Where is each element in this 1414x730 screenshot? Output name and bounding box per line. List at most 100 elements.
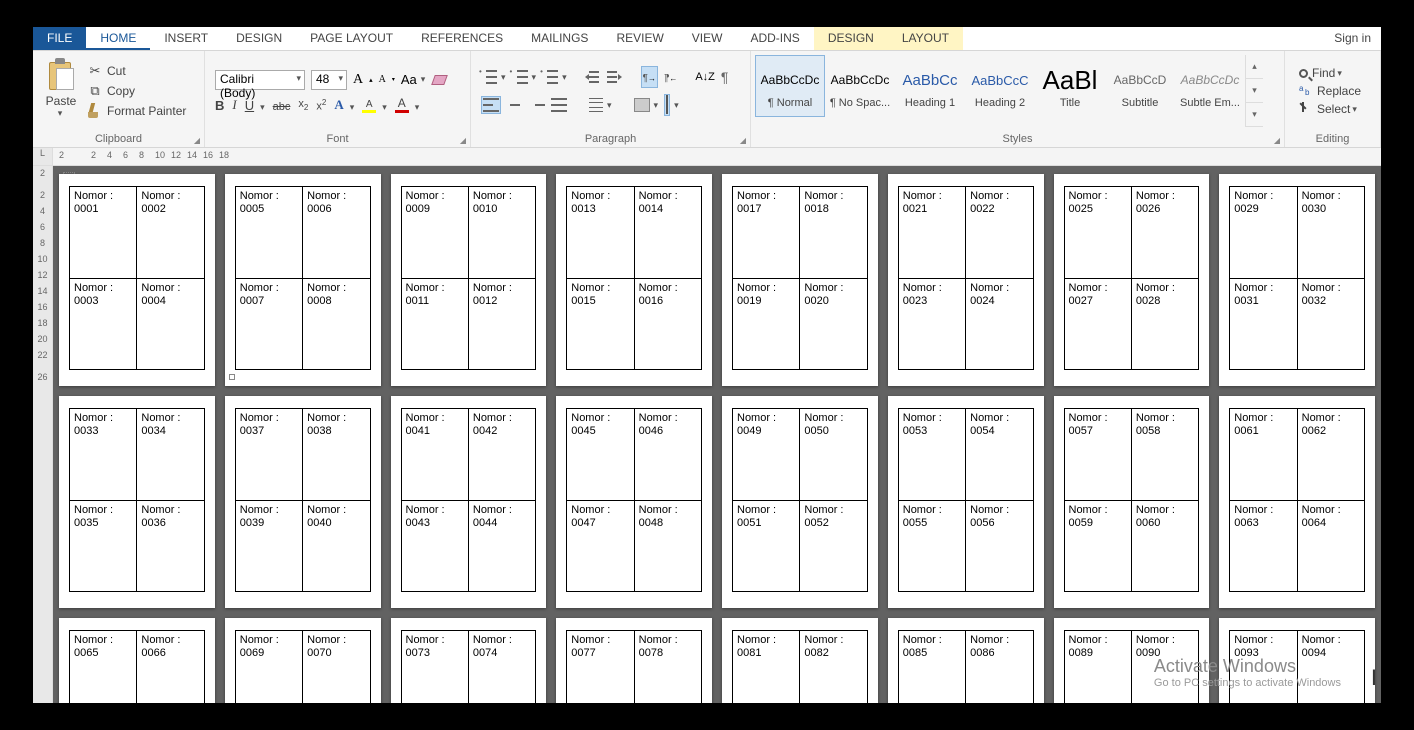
label-cell[interactable]: Nomor :0069 xyxy=(235,631,302,704)
label-cell[interactable]: Nomor :0085 xyxy=(898,631,965,704)
label-cell[interactable]: Nomor :0005 xyxy=(235,187,302,279)
label-cell[interactable]: Nomor :0053 xyxy=(898,409,965,501)
label-cell[interactable]: Nomor :0020 xyxy=(800,278,867,370)
menu-file[interactable]: FILE xyxy=(33,27,86,50)
page-thumbnail[interactable]: Nomor :0057Nomor :0058Nomor :0059Nomor :… xyxy=(1054,396,1210,608)
page-thumbnail[interactable]: Nomor :0053Nomor :0054Nomor :0055Nomor :… xyxy=(888,396,1044,608)
multilevel-list-button[interactable] xyxy=(542,70,558,84)
label-cell[interactable]: Nomor :0019 xyxy=(733,278,800,370)
page-thumbnail[interactable]: Nomor :0041Nomor :0042Nomor :0043Nomor :… xyxy=(391,396,547,608)
style-tile--normal[interactable]: AaBbCcDc¶ Normal xyxy=(755,55,825,117)
label-cell[interactable]: Nomor :0007 xyxy=(235,278,302,370)
label-cell[interactable]: Nomor :0028 xyxy=(1131,278,1198,370)
dialog-launcher-icon[interactable]: ◢ xyxy=(1274,136,1280,145)
label-cell[interactable]: Nomor :0025 xyxy=(1064,187,1131,279)
dialog-launcher-icon[interactable]: ◢ xyxy=(740,136,746,145)
cut-button[interactable]: ✂Cut xyxy=(87,63,186,79)
decrease-indent-button[interactable] xyxy=(585,70,601,84)
change-case-button[interactable]: Aa xyxy=(401,72,417,87)
font-size-select[interactable]: 48 xyxy=(311,70,347,90)
label-cell[interactable]: Nomor :0039 xyxy=(235,500,302,592)
label-cell[interactable]: Nomor :0081 xyxy=(733,631,800,704)
label-cell[interactable]: Nomor :0065 xyxy=(70,631,137,704)
label-cell[interactable]: Nomor :0037 xyxy=(235,409,302,501)
label-cell[interactable]: Nomor :0032 xyxy=(1297,278,1364,370)
copy-button[interactable]: ⧉Copy xyxy=(87,83,186,99)
label-cell[interactable]: Nomor :0010 xyxy=(468,187,535,279)
label-cell[interactable]: Nomor :0002 xyxy=(137,187,204,279)
menu-view[interactable]: VIEW xyxy=(678,27,737,50)
page-thumbnail[interactable]: Nomor :0001Nomor :0002Nomor :0003Nomor :… xyxy=(59,174,215,386)
page-thumbnail[interactable]: Nomor :0021Nomor :0022Nomor :0023Nomor :… xyxy=(888,174,1044,386)
page-thumbnail[interactable]: Nomor :0037Nomor :0038Nomor :0039Nomor :… xyxy=(225,396,381,608)
text-effects-button[interactable]: A xyxy=(334,97,343,113)
label-cell[interactable]: Nomor :0034 xyxy=(137,409,204,501)
page-thumbnail[interactable]: Nomor :0005Nomor :0006Nomor :0007Nomor :… xyxy=(225,174,381,386)
label-cell[interactable]: Nomor :0086 xyxy=(966,631,1033,704)
label-cell[interactable]: Nomor :0082 xyxy=(800,631,867,704)
page-thumbnail[interactable]: Nomor :0069Nomor :0070 xyxy=(225,618,381,703)
menu-review[interactable]: REVIEW xyxy=(602,27,677,50)
page-thumbnail[interactable]: Nomor :0073Nomor :0074 xyxy=(391,618,547,703)
chevron-icon[interactable]: ▾ xyxy=(1246,103,1263,127)
label-cell[interactable]: Nomor :0061 xyxy=(1230,409,1297,501)
page-thumbnail[interactable]: Nomor :0045Nomor :0046Nomor :0047Nomor :… xyxy=(556,396,712,608)
menu-mailings[interactable]: MAILINGS xyxy=(517,27,602,50)
sort-button[interactable]: A↓Z xyxy=(695,71,715,83)
label-cell[interactable]: Nomor :0060 xyxy=(1131,500,1198,592)
format-painter-button[interactable]: Format Painter xyxy=(87,103,186,119)
label-cell[interactable]: Nomor :0009 xyxy=(401,187,468,279)
label-cell[interactable]: Nomor :0070 xyxy=(303,631,370,704)
ltr-button[interactable]: ¶→ xyxy=(641,66,658,88)
page-thumbnail[interactable]: Nomor :0049Nomor :0050Nomor :0051Nomor :… xyxy=(722,396,878,608)
label-cell[interactable]: Nomor :0001 xyxy=(70,187,137,279)
font-color-button[interactable]: A xyxy=(395,96,409,113)
label-cell[interactable]: Nomor :0041 xyxy=(401,409,468,501)
page-thumbnail[interactable]: Nomor :0065Nomor :0066 xyxy=(59,618,215,703)
label-cell[interactable]: Nomor :0013 xyxy=(567,187,634,279)
label-cell[interactable]: Nomor :0023 xyxy=(898,278,965,370)
menu-page-layout[interactable]: PAGE LAYOUT xyxy=(296,27,407,50)
ruler-horizontal[interactable]: L 224681012141618 xyxy=(33,148,1381,166)
page-thumbnail[interactable]: Nomor :0077Nomor :0078 xyxy=(556,618,712,703)
line-spacing-button[interactable] xyxy=(589,98,603,112)
underline-button[interactable]: U xyxy=(245,98,254,113)
label-cell[interactable]: Nomor :0012 xyxy=(468,278,535,370)
label-cell[interactable]: Nomor :0044 xyxy=(468,500,535,592)
label-cell[interactable]: Nomor :0090 xyxy=(1131,631,1198,704)
dialog-launcher-icon[interactable]: ◢ xyxy=(194,136,200,145)
clear-formatting-button[interactable] xyxy=(431,72,447,88)
style-tile-heading-2[interactable]: AaBbCcCHeading 2 xyxy=(965,55,1035,117)
label-cell[interactable]: Nomor :0018 xyxy=(800,187,867,279)
style-tile--no-spac-[interactable]: AaBbCcDc¶ No Spac... xyxy=(825,55,895,117)
menu-references[interactable]: REFERENCES xyxy=(407,27,517,50)
align-center-button[interactable] xyxy=(507,98,523,112)
label-cell[interactable]: Nomor :0011 xyxy=(401,278,468,370)
select-button[interactable]: Select▾ xyxy=(1299,102,1361,116)
label-cell[interactable]: Nomor :0050 xyxy=(800,409,867,501)
label-cell[interactable]: Nomor :0054 xyxy=(966,409,1033,501)
label-cell[interactable]: Nomor :0026 xyxy=(1131,187,1198,279)
find-button[interactable]: Find▾ xyxy=(1299,66,1361,80)
label-cell[interactable]: Nomor :0014 xyxy=(634,187,701,279)
label-cell[interactable]: Nomor :0056 xyxy=(966,500,1033,592)
align-left-button[interactable] xyxy=(481,96,501,114)
label-cell[interactable]: Nomor :0040 xyxy=(303,500,370,592)
font-name-select[interactable]: Calibri (Body) xyxy=(215,70,305,90)
label-cell[interactable]: Nomor :0021 xyxy=(898,187,965,279)
increase-indent-button[interactable] xyxy=(607,70,623,84)
label-cell[interactable]: Nomor :0043 xyxy=(401,500,468,592)
label-cell[interactable]: Nomor :0038 xyxy=(303,409,370,501)
increase-font-button[interactable]: A xyxy=(353,72,363,88)
label-cell[interactable]: Nomor :0052 xyxy=(800,500,867,592)
label-cell[interactable]: Nomor :0042 xyxy=(468,409,535,501)
label-cell[interactable]: Nomor :0030 xyxy=(1297,187,1364,279)
style-tile-subtitle[interactable]: AaBbCcDSubtitle xyxy=(1105,55,1175,117)
ruler-vertical[interactable]: 224681012141618202226 xyxy=(33,166,53,703)
label-cell[interactable]: Nomor :0029 xyxy=(1230,187,1297,279)
style-tile-heading-1[interactable]: AaBbCcHeading 1 xyxy=(895,55,965,117)
label-cell[interactable]: Nomor :0016 xyxy=(634,278,701,370)
label-cell[interactable]: Nomor :0093 xyxy=(1230,631,1297,704)
chevron-icon[interactable]: ▾ xyxy=(1246,79,1263,103)
bold-button[interactable]: B xyxy=(215,98,224,113)
